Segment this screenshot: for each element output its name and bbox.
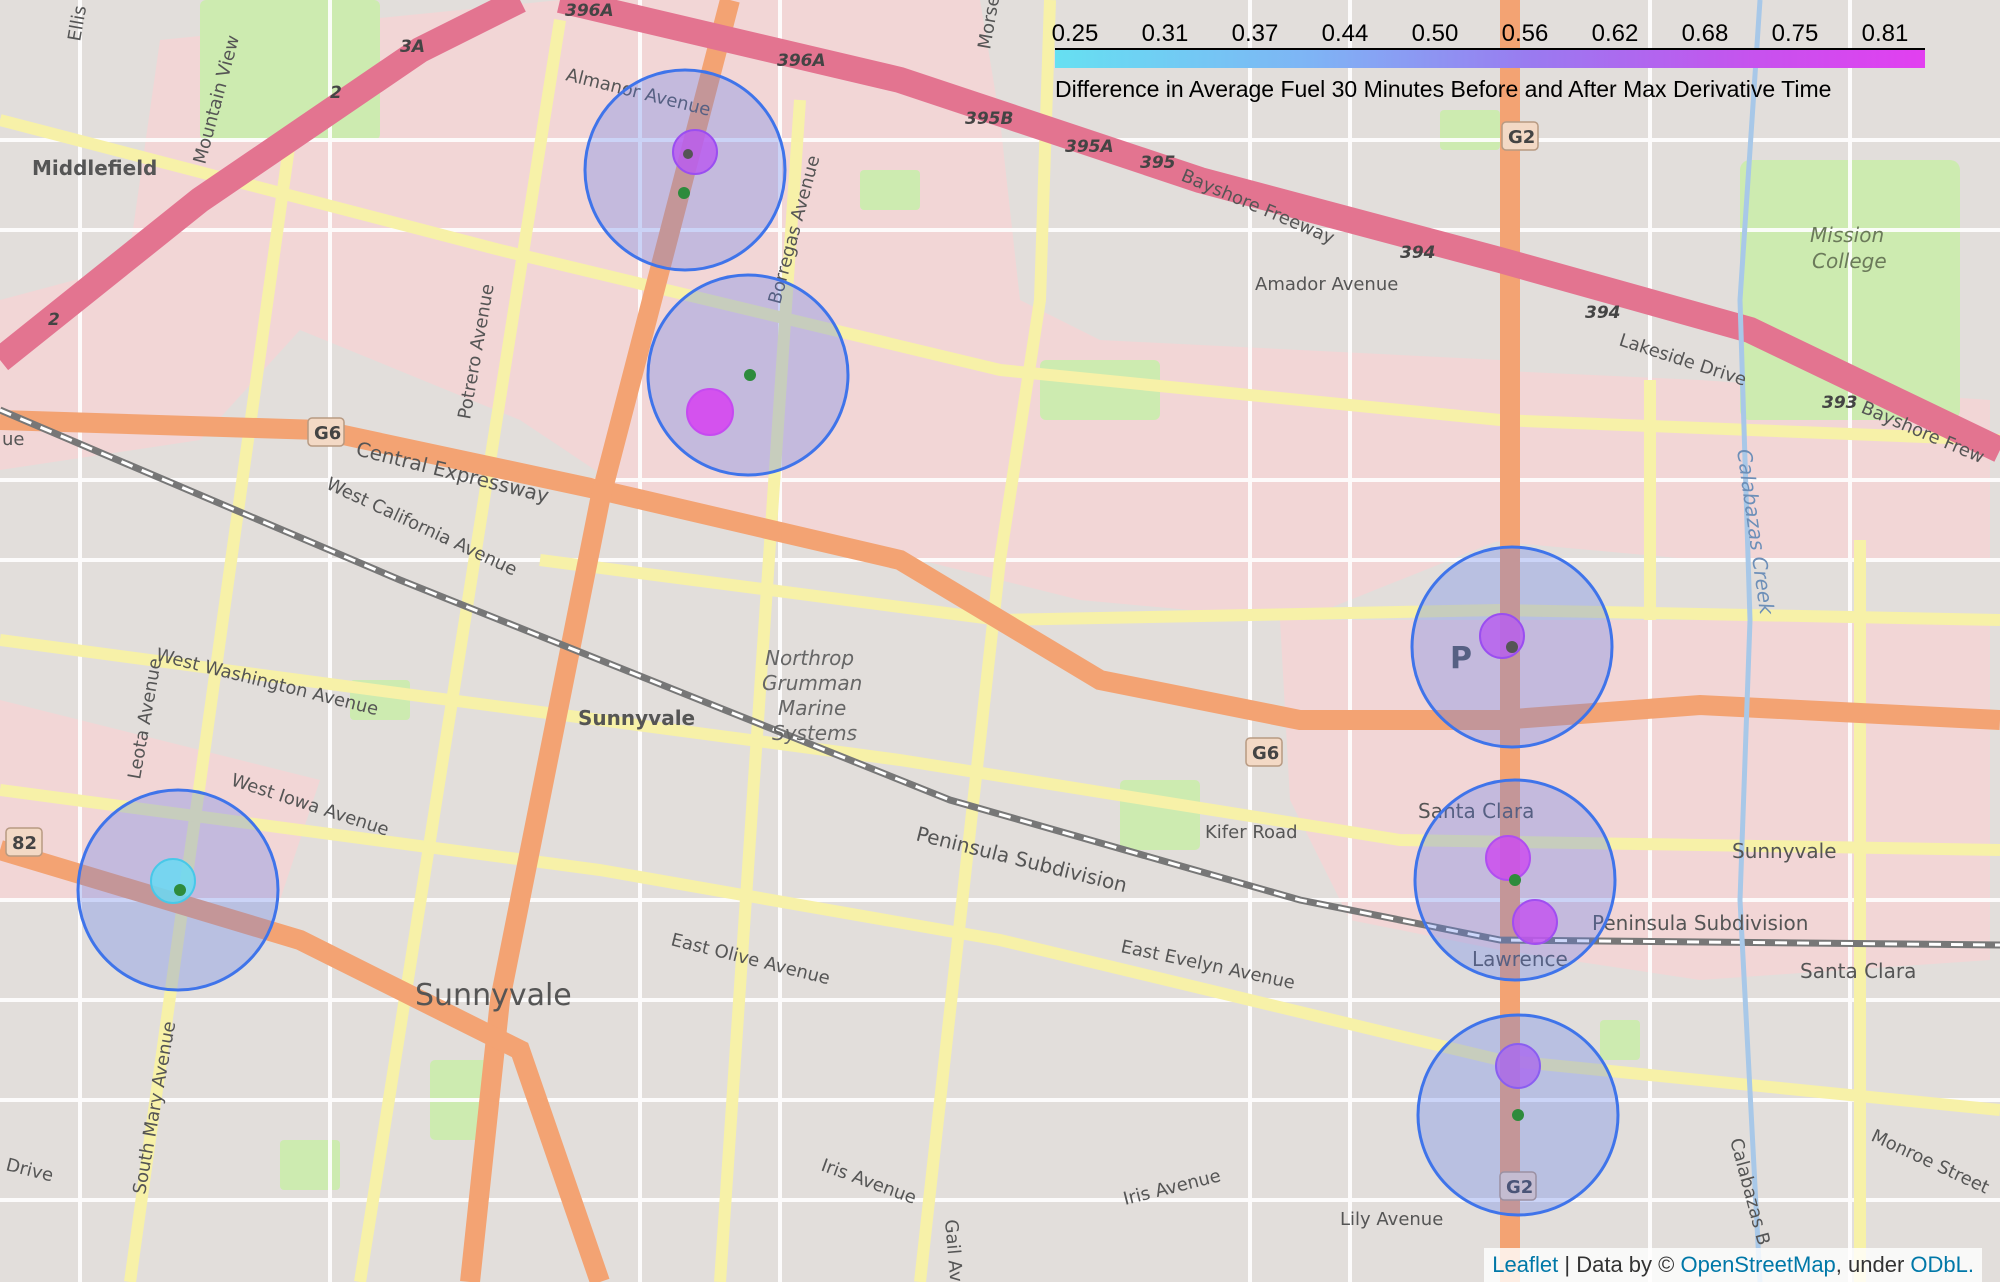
svg-text:393: 393 (1822, 393, 1858, 413)
svg-text:3A: 3A (400, 37, 425, 57)
value-marker-6 (1495, 1043, 1541, 1089)
leaflet-link[interactable]: Leaflet (1492, 1252, 1558, 1277)
location-point-2 (744, 369, 756, 381)
shield-394-2: 394 (1585, 303, 1621, 323)
shield-395: 395 (1140, 153, 1176, 173)
value-marker-1 (672, 129, 718, 175)
location-point-5 (1512, 1109, 1524, 1121)
shield-g6-right: G6 (1245, 737, 1283, 767)
street-kifer: Kifer Road (1205, 822, 1298, 843)
legend-axis-line (1055, 48, 1925, 50)
legend-tick-label: 0.81 (1861, 20, 1909, 47)
svg-text:2: 2 (48, 310, 60, 330)
svg-text:396A: 396A (777, 51, 826, 71)
shield-g2-top: G2 (1501, 121, 1539, 151)
svg-text:395B: 395B (965, 109, 1013, 129)
legend-caption: Difference in Average Fuel 30 Minutes Be… (1055, 76, 1832, 102)
legend-tick-label: 0.50 (1411, 20, 1459, 47)
svg-text:396A: 396A (565, 1, 614, 21)
color-legend: 0.25 0.31 0.37 0.44 0.50 0.56 0.62 0.68 0.75 0.81… (1040, 12, 1970, 102)
attribution-under: , under (1835, 1252, 1911, 1277)
place-sunnyvale-city: Sunnyvale (415, 978, 572, 1013)
shield-395a: 395A (1065, 137, 1114, 157)
place-peninsula-2: Peninsula Subdivision (1592, 911, 1808, 935)
map-attribution: Leaflet | Data by © OpenStreetMap, under… (1484, 1248, 1982, 1282)
shield-396a-1: 396A (565, 1, 614, 21)
svg-text:394: 394 (1400, 243, 1436, 263)
map-view[interactable]: Almanor Avenue Borregas Avenue Bayshore … (0, 0, 2000, 1282)
svg-text:395A: 395A (1065, 137, 1114, 157)
svg-text:G6: G6 (314, 423, 341, 444)
legend-tick-label: 0.68 (1681, 20, 1729, 47)
shield-3a: 3A (400, 37, 425, 57)
location-point-6 (174, 884, 186, 896)
shield-396a-2: 396A (777, 51, 826, 71)
place-santa-clara-2: Santa Clara (1800, 959, 1916, 983)
place-northrop-3: Marine (778, 696, 846, 720)
svg-text:82: 82 (12, 833, 37, 854)
place-mission-1: Mission (1810, 223, 1884, 247)
value-marker-7 (150, 858, 196, 904)
value-marker-5 (1512, 899, 1558, 945)
street-amador: Amador Avenue (1255, 274, 1398, 295)
place-sunnyvale-station: Sunnyvale (578, 706, 695, 730)
svg-text:2: 2 (330, 83, 342, 103)
value-marker-4 (1485, 835, 1531, 881)
legend-tick-label: 0.62 (1591, 20, 1639, 47)
svg-text:G2: G2 (1508, 127, 1535, 148)
svg-text:394: 394 (1585, 303, 1621, 323)
legend-tick-label: 0.75 (1771, 20, 1819, 47)
street-ue: ue (2, 429, 24, 450)
location-point-3 (1506, 641, 1518, 653)
attribution-sep: | Data by © (1558, 1252, 1681, 1277)
map-tiles: Almanor Avenue Borregas Avenue Bayshore … (0, 0, 2000, 1282)
legend-tick-label: 0.56 (1501, 20, 1549, 47)
location-point-1b (678, 187, 690, 199)
place-northrop-4: Systems (772, 721, 857, 745)
shield-395b: 395B (965, 109, 1013, 129)
svg-text:395: 395 (1140, 153, 1176, 173)
location-point-1 (683, 149, 693, 159)
legend-tick-label: 0.44 (1321, 20, 1369, 47)
shield-g6-left: G6 (307, 417, 345, 447)
value-marker-3 (1479, 613, 1525, 659)
shield-394-1: 394 (1400, 243, 1436, 263)
legend-tick-label: 0.25 (1051, 20, 1099, 47)
shield-393: 393 (1822, 393, 1858, 413)
place-middlefield: Middlefield (32, 156, 157, 180)
shield-2-1: 2 (330, 83, 342, 103)
legend-tick-label: 0.37 (1231, 20, 1279, 47)
shield-2-2: 2 (48, 310, 60, 330)
location-point-4 (1509, 874, 1521, 886)
value-marker-2 (686, 388, 734, 436)
legend-color-bar (1055, 50, 1925, 68)
street-lily: Lily Avenue (1340, 1209, 1443, 1230)
place-northrop-1: Northrop (765, 646, 854, 670)
shield-82: 82 (5, 827, 43, 857)
place-sunnyvale-east: Sunnyvale (1732, 839, 1837, 863)
place-mission-2: College (1812, 249, 1887, 273)
osm-link[interactable]: OpenStreetMap (1680, 1252, 1835, 1277)
place-northrop-2: Grumman (762, 671, 862, 695)
odbl-link[interactable]: ODbL. (1910, 1252, 1974, 1277)
svg-text:G6: G6 (1252, 743, 1279, 764)
legend-tick-label: 0.31 (1141, 20, 1189, 47)
